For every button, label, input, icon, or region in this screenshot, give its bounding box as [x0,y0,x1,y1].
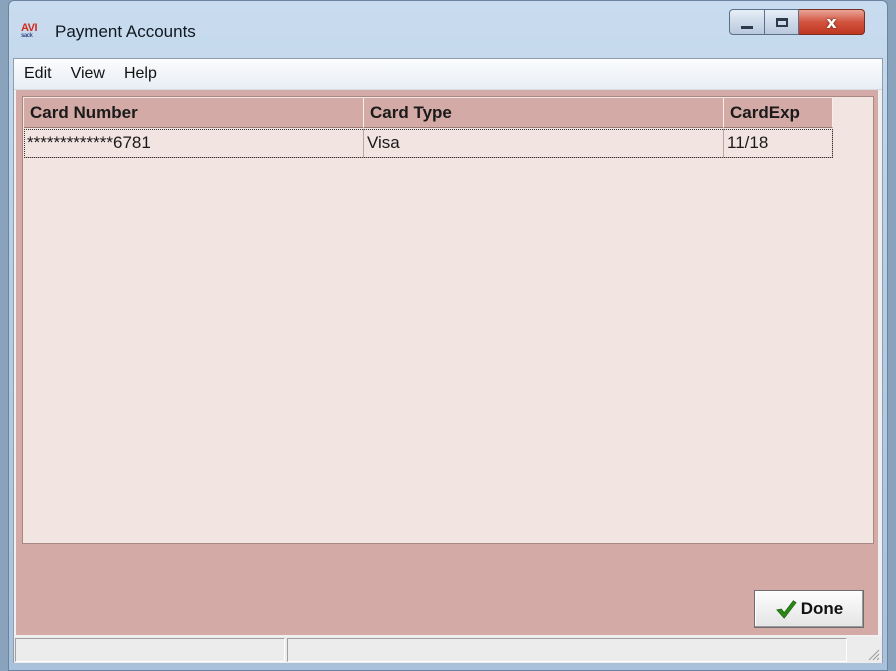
done-button[interactable]: Done [754,590,864,628]
column-header-card-exp[interactable]: CardExp [724,98,833,128]
maximize-icon [775,17,788,27]
done-button-label: Done [800,599,844,618]
payment-accounts-window: AVI sack Payment Accounts x Edit View He… [8,0,888,671]
maximize-button[interactable] [765,9,799,35]
app-logo-subtext: sack [21,33,33,39]
window-title: Payment Accounts [55,22,196,41]
close-icon: x [826,12,837,32]
accounts-grid[interactable]: Card Number Card Type CardExp **********… [22,96,874,544]
column-header-card-type[interactable]: Card Type [364,98,724,128]
cell-card-type[interactable]: Visa [364,129,724,158]
resize-grip-icon[interactable] [866,647,880,661]
status-panel-right [287,638,847,662]
status-panel-left [15,638,285,662]
menu-edit[interactable]: Edit [14,65,61,83]
menu-help[interactable]: Help [114,65,166,83]
close-button[interactable]: x [799,9,865,35]
app-logo-icon: AVI sack [21,23,43,43]
table-row[interactable]: *************6781 Visa 11/18 [24,129,833,158]
checkmark-icon [775,600,797,619]
cell-card-exp[interactable]: 11/18 [724,129,833,158]
client-area: Edit View Help Card Number Card Type Car… [13,58,883,663]
menu-bar: Edit View Help [14,59,882,90]
minimize-icon [741,25,753,29]
grid-header: Card Number Card Type CardExp [24,98,833,128]
minimize-button[interactable] [729,9,765,35]
cell-card-number[interactable]: *************6781 [24,129,364,158]
column-header-card-number[interactable]: Card Number [24,98,364,128]
main-panel: Card Number Card Type CardExp **********… [16,90,878,635]
menu-view[interactable]: View [61,65,114,83]
status-bar [14,637,882,663]
title-bar[interactable]: AVI sack Payment Accounts x [9,1,887,57]
